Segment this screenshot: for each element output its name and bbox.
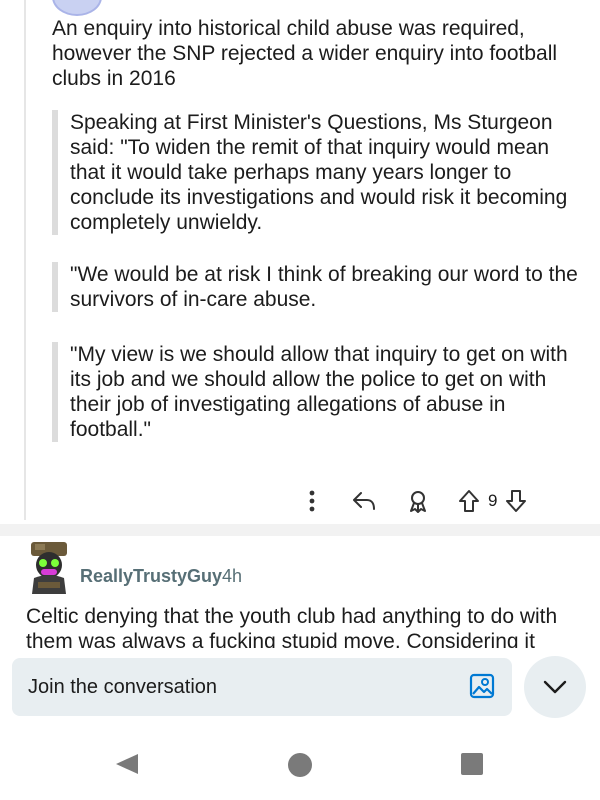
comment-input[interactable]: Join the conversation bbox=[12, 658, 512, 716]
image-icon[interactable] bbox=[468, 672, 496, 700]
quote-text: "We would be at risk I think of breaking… bbox=[70, 263, 578, 311]
comment-divider bbox=[0, 524, 600, 536]
award-icon[interactable] bbox=[400, 489, 436, 513]
avatar[interactable] bbox=[26, 538, 72, 594]
downvote-icon[interactable] bbox=[503, 489, 529, 513]
upvote-icon[interactable] bbox=[456, 489, 482, 513]
blockquote: Speaking at First Minister's Questions, … bbox=[52, 110, 582, 235]
quote-text: Speaking at First Minister's Questions, … bbox=[70, 111, 568, 234]
blockquote: "We would be at risk I think of breaking… bbox=[52, 262, 582, 312]
quote-text: "My view is we should allow that inquiry… bbox=[70, 343, 568, 441]
comment-input-placeholder: Join the conversation bbox=[28, 676, 218, 698]
vote-count: 9 bbox=[488, 491, 498, 510]
timestamp: 4h bbox=[222, 566, 243, 586]
home-nav-icon[interactable] bbox=[287, 752, 313, 783]
comment-body: An enquiry into historical child abuse w… bbox=[52, 17, 558, 90]
back-nav-icon[interactable] bbox=[114, 752, 140, 781]
chevron-down-icon bbox=[543, 680, 567, 694]
avatar[interactable] bbox=[52, 0, 102, 16]
more-vertical-icon[interactable] bbox=[300, 490, 324, 512]
comment-actions: 9 bbox=[300, 486, 529, 516]
thread-line bbox=[24, 0, 26, 520]
blockquote: "My view is we should allow that inquiry… bbox=[52, 342, 582, 442]
username[interactable]: ReallyTrustyGuy bbox=[80, 566, 222, 587]
comment-body: Celtic denying that the youth club had a… bbox=[26, 605, 558, 650]
recents-nav-icon[interactable] bbox=[460, 752, 484, 781]
system-navbar bbox=[0, 728, 600, 800]
collapse-button[interactable] bbox=[524, 656, 586, 718]
reply-icon[interactable] bbox=[346, 490, 382, 512]
